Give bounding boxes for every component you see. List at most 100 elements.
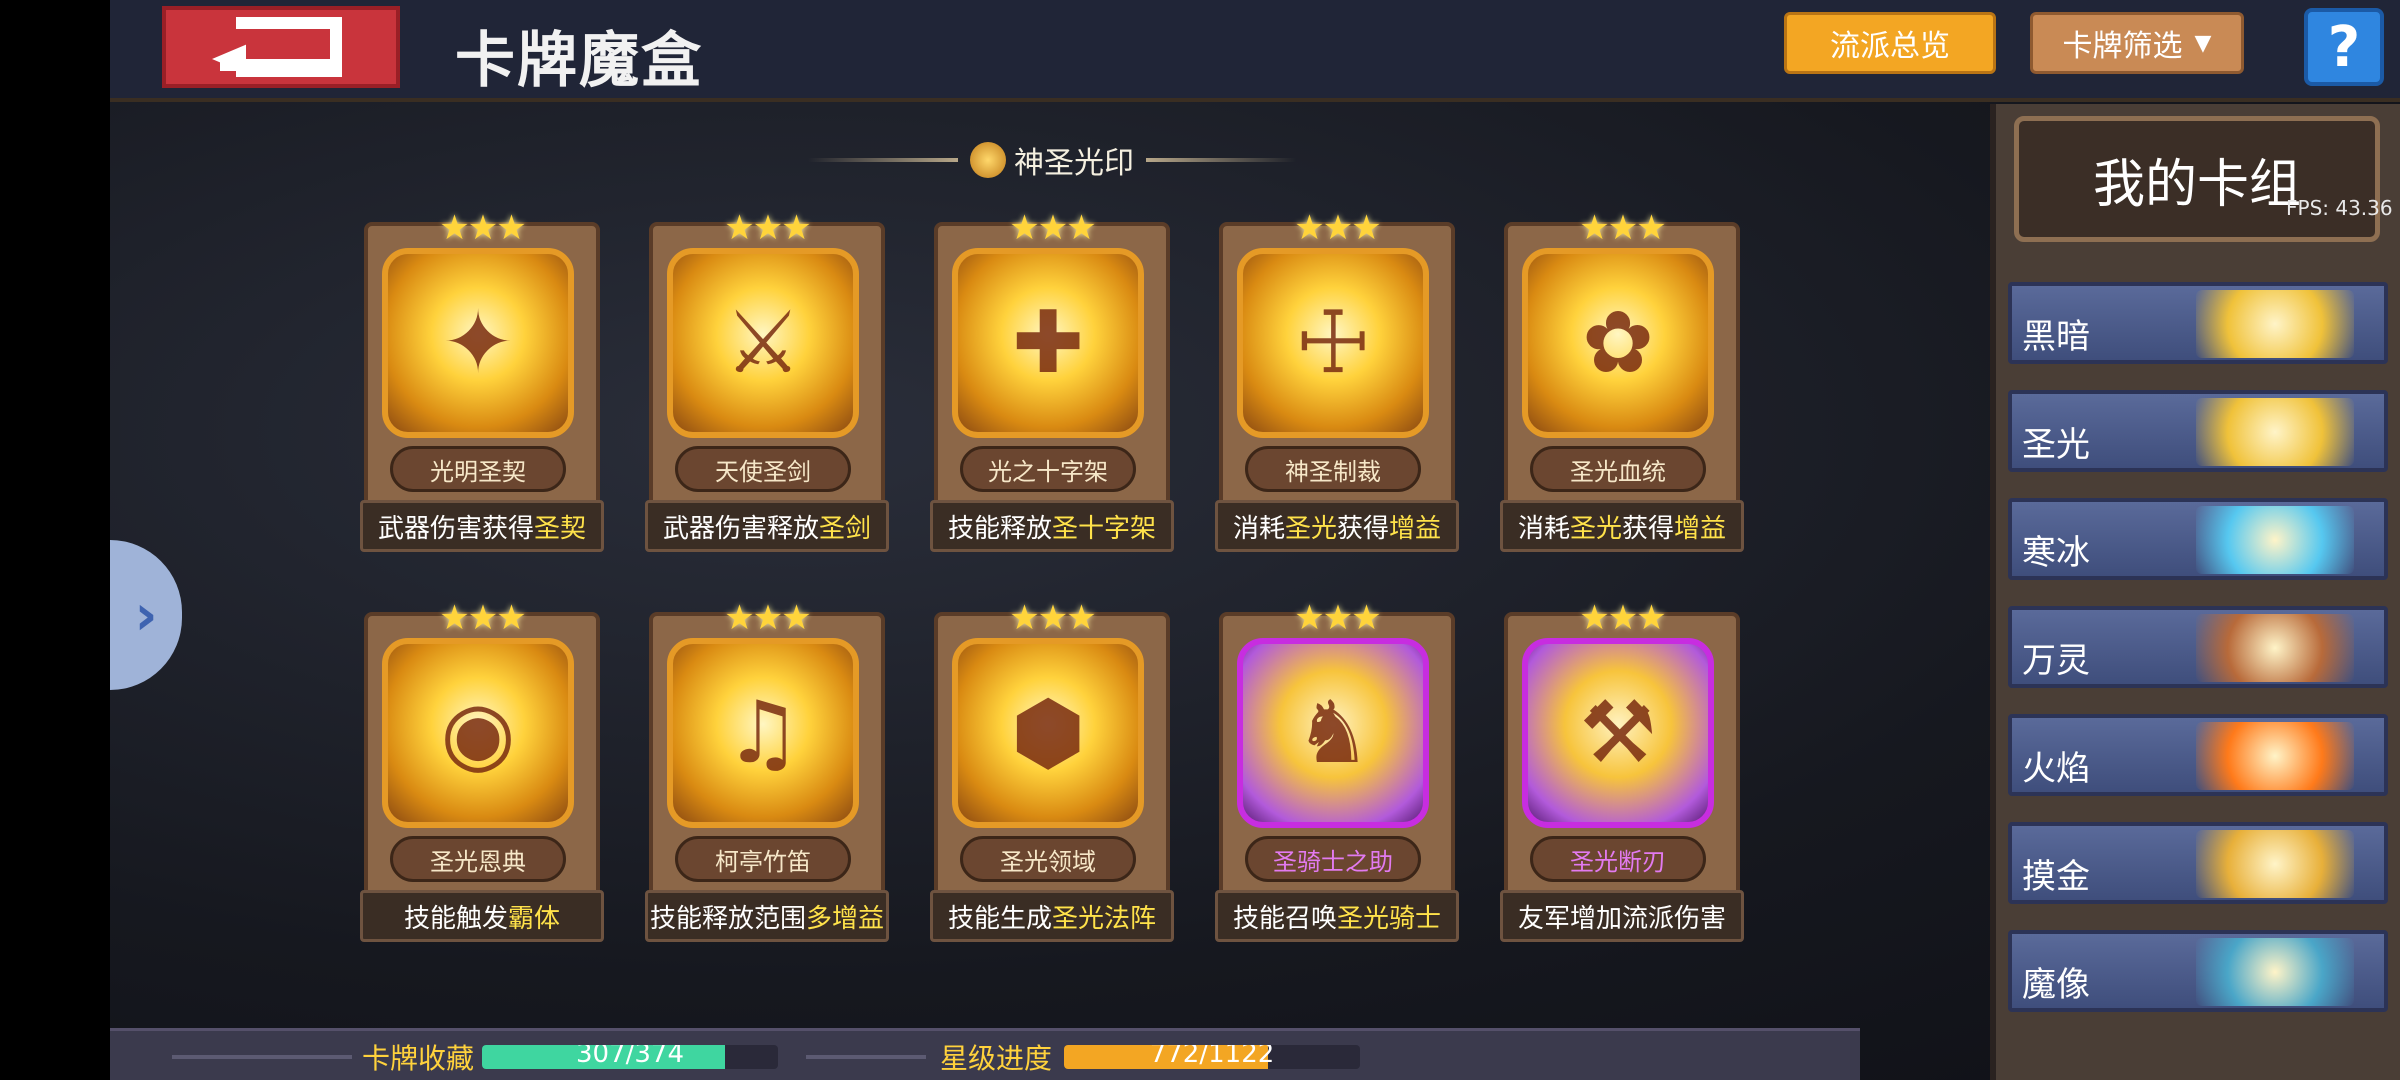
- star-rating-icon: ★★★: [724, 208, 811, 248]
- card-item[interactable]: ★★★ ✿ 圣光血统消耗 圣光 获得 增益: [1500, 208, 1744, 574]
- deck-school-label: 圣光: [2022, 425, 2090, 465]
- school-art-icon: [2196, 722, 2354, 790]
- card-description: 消耗 圣光 获得 增益: [1500, 500, 1744, 552]
- deck-school-item[interactable]: 圣光: [2008, 390, 2388, 472]
- collection-progress: 307/374: [482, 1045, 778, 1069]
- card-description-text: 技能触发: [403, 903, 508, 934]
- card-description-highlight: 圣光: [1569, 513, 1622, 544]
- card-item[interactable]: ★★★ ✦ 光明圣契武器伤害获得 圣契: [360, 208, 604, 574]
- deck-school-label: 万灵: [2022, 641, 2090, 681]
- school-art-icon: [2196, 290, 2354, 358]
- card-emblem-icon: ⚒: [1579, 683, 1657, 783]
- star-progress: 772/1122: [1064, 1045, 1360, 1069]
- card-art: ⬢: [952, 638, 1144, 828]
- card-name: 神圣制裁: [1245, 446, 1421, 492]
- card-name: 光明圣契: [390, 446, 566, 492]
- card-description-text: 技能释放: [947, 513, 1052, 544]
- card-description-highlight: 圣剑: [819, 513, 872, 544]
- card-item[interactable]: ★★★ ♞ 圣骑士之助技能召唤 圣光骑士: [1215, 598, 1459, 964]
- star-rating-icon: ★★★: [1294, 208, 1381, 248]
- deck-school-label: 火焰: [2022, 749, 2090, 789]
- chevron-down-icon: ▼: [2194, 30, 2212, 56]
- deck-title: 我的卡组: [2014, 116, 2380, 242]
- card-description-text: 武器伤害获得: [377, 513, 534, 544]
- card-description-text: 消耗: [1232, 513, 1285, 544]
- star-rating-icon: ★★★: [1294, 598, 1381, 638]
- deck-school-item[interactable]: 摸金: [2008, 822, 2388, 904]
- section-header: 神圣光印: [802, 140, 1302, 181]
- school-art-icon: [2196, 938, 2354, 1006]
- card-name: 圣骑士之助: [1245, 836, 1421, 882]
- card-name: 光之十字架: [960, 446, 1136, 492]
- card-name: 圣光血统: [1530, 446, 1706, 492]
- back-arrow-icon: [212, 17, 342, 77]
- fps-counter: FPS: 43.36: [2286, 196, 2393, 220]
- card-description-text: 消耗: [1517, 513, 1570, 544]
- card-description-highlight: 增益: [1674, 513, 1727, 544]
- star-rating-icon: ★★★: [439, 208, 526, 248]
- deck-school-item[interactable]: 万灵: [2008, 606, 2388, 688]
- card-filter-label: 卡牌筛选: [2062, 29, 2183, 64]
- card-name: 柯亭竹笛: [675, 836, 851, 882]
- deck-school-label: 魔像: [2022, 965, 2090, 1005]
- card-description-text: 获得: [1337, 513, 1390, 544]
- star-rating-icon: ★★★: [439, 598, 526, 638]
- card-item[interactable]: ★★★ ✚ 光之十字架 技能释放 圣十字架: [930, 208, 1174, 574]
- card-emblem-icon: ✦: [441, 293, 515, 393]
- star-rating-icon: ★★★: [1009, 208, 1096, 248]
- card-description: 技能召唤 圣光骑士: [1215, 890, 1459, 942]
- card-emblem-icon: ♞: [1294, 683, 1372, 783]
- deck-school-item[interactable]: 魔像: [2008, 930, 2388, 1012]
- card-item[interactable]: ★★★ ⚔ 天使圣剑 武器伤害释放 圣剑: [645, 208, 889, 574]
- card-item[interactable]: ★★★ ♫ 柯亭竹笛 技能释放范围 多增益: [645, 598, 889, 964]
- card-art: ⚔: [667, 248, 859, 438]
- collection-label: 卡牌收藏: [362, 1042, 475, 1075]
- help-button[interactable]: ?: [2304, 8, 2384, 86]
- school-overview-button[interactable]: 流派总览: [1784, 12, 1996, 74]
- card-item[interactable]: ★★★ ⚒ 圣光断刃 友军增加流派伤害: [1500, 598, 1744, 964]
- question-icon: ?: [2327, 14, 2361, 80]
- back-button[interactable]: [162, 6, 400, 88]
- card-emblem-icon: ✿: [1581, 293, 1655, 393]
- card-art: ♫: [667, 638, 859, 828]
- deck-school-item[interactable]: 寒冰: [2008, 498, 2388, 580]
- card-description: 武器伤害获得 圣契: [360, 500, 604, 552]
- card-art: ◉: [382, 638, 574, 828]
- card-description: 消耗 圣光 获得 增益: [1215, 500, 1459, 552]
- card-name: 圣光恩典: [390, 836, 566, 882]
- card-description: 武器伤害释放 圣剑: [645, 500, 889, 552]
- card-name: 圣光断刃: [1530, 836, 1706, 882]
- deck-school-label: 摸金: [2022, 857, 2090, 897]
- card-description-highlight: 圣十字架: [1052, 513, 1157, 544]
- my-deck-panel: 我的卡组 黑暗圣光寒冰万灵火焰摸金魔像: [1990, 104, 2400, 1080]
- card-emblem-icon: ⚔: [724, 293, 802, 393]
- card-art: ✿: [1522, 248, 1714, 438]
- school-art-icon: [2196, 506, 2354, 574]
- card-art: ⚒: [1522, 638, 1714, 828]
- card-description-text: 技能释放范围: [649, 903, 806, 934]
- card-description-highlight: 多增益: [806, 903, 885, 934]
- deck-school-label: 黑暗: [2022, 317, 2090, 357]
- card-description-highlight: 圣契: [534, 513, 587, 544]
- star-rating-icon: ★★★: [1009, 598, 1096, 638]
- card-description-text: 武器伤害释放: [662, 513, 819, 544]
- card-item[interactable]: ★★★ ⬢ 圣光领域 技能生成 圣光法阵: [930, 598, 1174, 964]
- section-title: 神圣光印: [1014, 146, 1134, 181]
- card-description: 技能生成 圣光法阵: [930, 890, 1174, 942]
- deck-school-item[interactable]: 火焰: [2008, 714, 2388, 796]
- progress-bar-strip: 卡牌收藏 307/374 星级进度 772/1122: [110, 1028, 1860, 1080]
- top-bar: 卡牌魔盒 流派总览 卡牌筛选 ▼ ?: [110, 0, 2400, 102]
- card-description: 技能释放范围 多增益: [645, 890, 889, 942]
- card-item[interactable]: ★★★ ◉ 圣光恩典技能触发 霸体: [360, 598, 604, 964]
- card-description-highlight: 圣光骑士: [1337, 903, 1442, 934]
- deck-school-item[interactable]: 黑暗: [2008, 282, 2388, 364]
- divider: [806, 1055, 926, 1059]
- card-description: 技能触发 霸体: [360, 890, 604, 942]
- card-description-highlight: 霸体: [508, 903, 561, 934]
- card-description: 技能释放 圣十字架: [930, 500, 1174, 552]
- card-item[interactable]: ★★★ ☩ 神圣制裁 消耗 圣光 获得 增益: [1215, 208, 1459, 574]
- card-filter-dropdown[interactable]: 卡牌筛选 ▼: [2030, 12, 2244, 74]
- school-art-icon: [2196, 830, 2354, 898]
- star-rating-icon: ★★★: [1579, 208, 1666, 248]
- card-description: 友军增加流派伤害: [1500, 890, 1744, 942]
